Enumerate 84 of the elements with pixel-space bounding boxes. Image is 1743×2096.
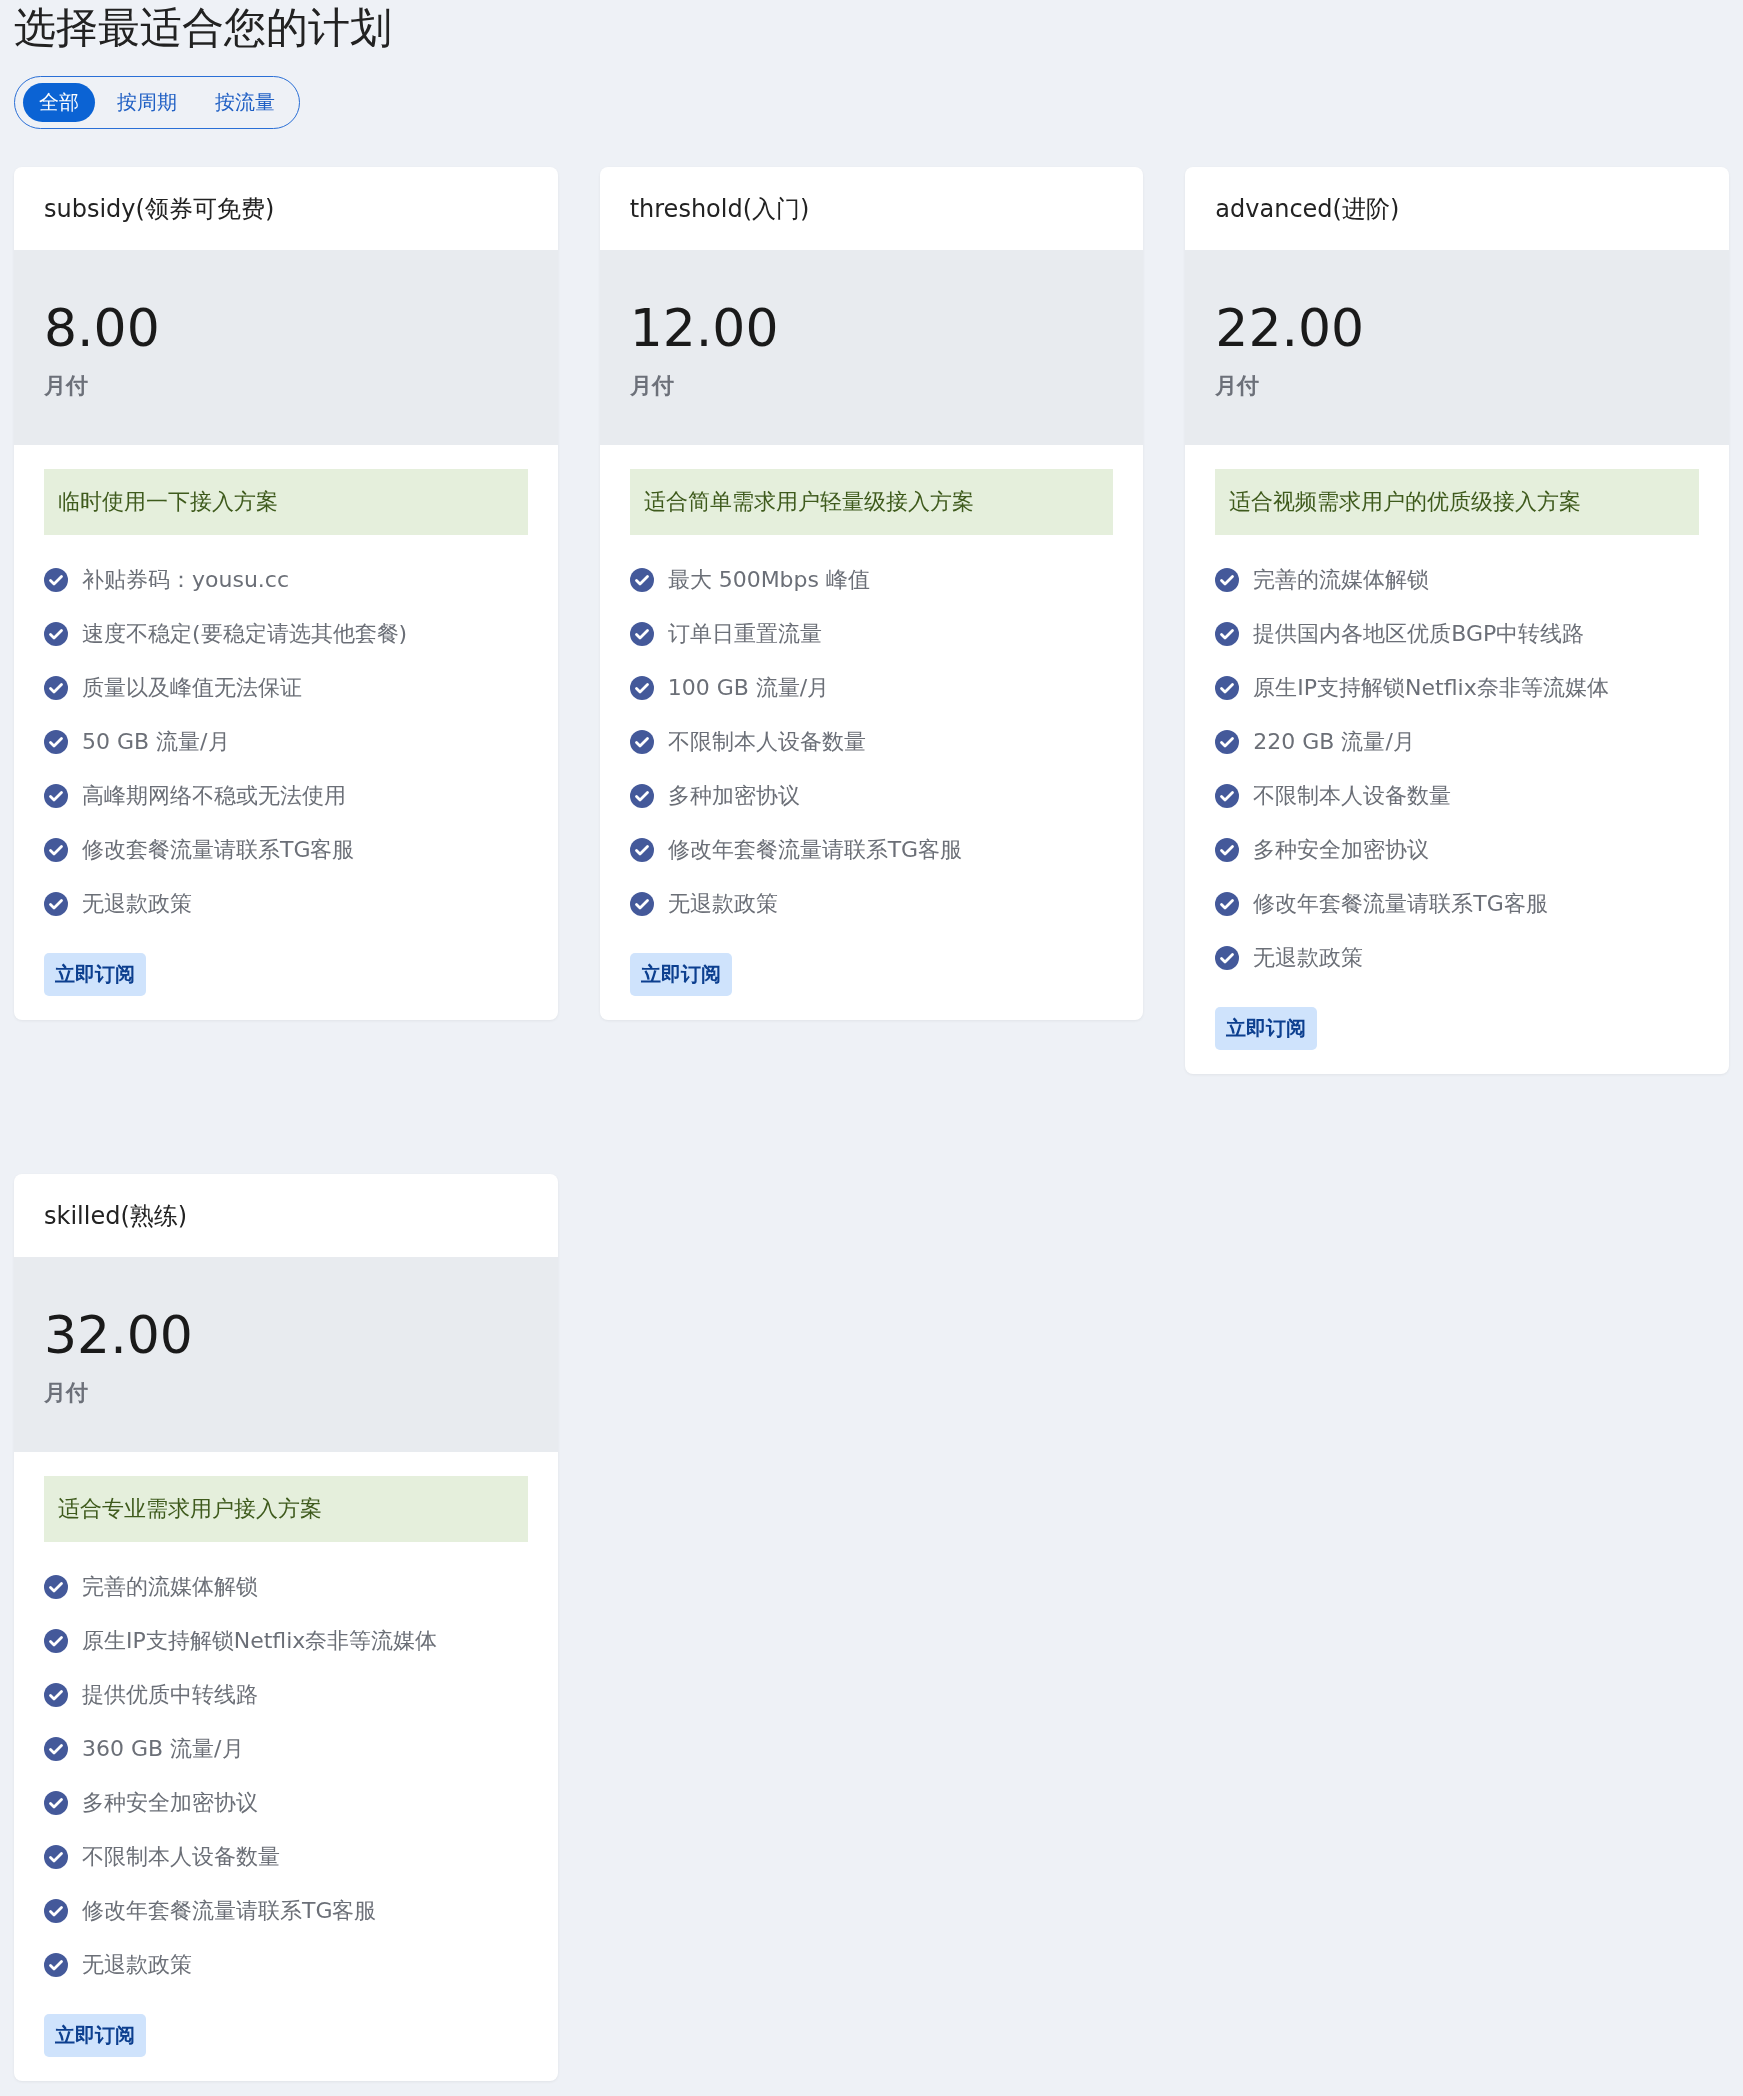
check-circle-icon	[629, 622, 654, 646]
feature-text: 原生IP支持解锁Netflix奈非等流媒体	[1253, 674, 1609, 702]
feature-text: 无退款政策	[1253, 944, 1364, 972]
plan-price: 12.00	[629, 296, 780, 360]
filter-tab[interactable]: 全部	[23, 83, 95, 122]
filter-tab[interactable]: 按流量	[199, 83, 291, 122]
feature-text: 不限制本人设备数量	[82, 1843, 280, 1871]
feature-text: 补贴券码：yousu.cc	[82, 566, 289, 594]
check-circle-icon	[629, 676, 654, 700]
check-circle-icon	[44, 1791, 68, 1815]
billing-period: 月付	[629, 371, 675, 400]
check-circle-icon	[629, 838, 654, 862]
check-circle-icon	[1215, 676, 1240, 700]
check-circle-icon	[44, 730, 68, 754]
check-circle-icon	[44, 1737, 68, 1761]
check-circle-icon	[44, 838, 68, 862]
feature-text: 修改年套餐流量请联系TG客服	[1253, 890, 1548, 918]
feature-text: 完善的流媒体解锁	[1253, 566, 1430, 594]
feature-text: 提供优质中转线路	[82, 1681, 258, 1709]
plan-price: 8.00	[44, 296, 161, 360]
plan-price: 32.00	[44, 1303, 194, 1367]
feature-text: 不限制本人设备数量	[1253, 782, 1452, 810]
subscribe-button[interactable]: 立即订阅	[44, 2014, 146, 2057]
feature-text: 不限制本人设备数量	[667, 728, 866, 756]
plan-summary: 适合简单需求用户轻量级接入方案	[629, 469, 1114, 535]
feature-text: 无退款政策	[82, 1951, 192, 1979]
billing-period: 月付	[44, 371, 89, 400]
check-circle-icon	[1215, 622, 1240, 646]
feature-text: 订单日重置流量	[667, 620, 822, 648]
check-circle-icon	[1215, 946, 1240, 970]
check-circle-icon	[1215, 838, 1240, 862]
check-circle-icon	[1215, 730, 1240, 754]
check-circle-icon	[1215, 568, 1240, 592]
plan-summary: 适合专业需求用户接入方案	[44, 1476, 528, 1542]
plan-price: 22.00	[1215, 296, 1366, 360]
feature-text: 无退款政策	[82, 890, 192, 918]
check-circle-icon	[44, 892, 68, 916]
subscribe-button[interactable]: 立即订阅	[629, 953, 732, 996]
feature-text: 速度不稳定(要稳定请选其他套餐)	[82, 620, 408, 648]
feature-text: 修改年套餐流量请联系TG客服	[667, 836, 963, 864]
page-title: 选择最适合您的计划	[14, 2, 393, 54]
feature-text: 原生IP支持解锁Netflix奈非等流媒体	[82, 1627, 438, 1655]
plan-summary: 临时使用一下接入方案	[44, 469, 528, 535]
check-circle-icon	[629, 568, 654, 592]
feature-text: 50 GB 流量/月	[82, 728, 230, 756]
check-circle-icon	[1215, 784, 1240, 808]
check-circle-icon	[44, 1953, 68, 1977]
check-circle-icon	[629, 892, 654, 916]
feature-text: 无退款政策	[667, 890, 778, 918]
feature-text: 多种安全加密协议	[1253, 836, 1430, 864]
billing-period: 月付	[1215, 371, 1261, 400]
feature-text: 360 GB 流量/月	[82, 1735, 244, 1763]
subscribe-button[interactable]: 立即订阅	[44, 953, 146, 996]
plan-name: advanced(进阶)	[1214, 193, 1401, 225]
feature-text: 修改套餐流量请联系TG客服	[82, 836, 355, 864]
filter-tab[interactable]: 按周期	[101, 83, 193, 122]
check-circle-icon	[44, 622, 68, 646]
feature-text: 修改年套餐流量请联系TG客服	[82, 1897, 377, 1925]
check-circle-icon	[1215, 892, 1240, 916]
feature-text: 100 GB 流量/月	[667, 674, 830, 702]
check-circle-icon	[44, 1629, 68, 1653]
check-circle-icon	[44, 568, 68, 592]
feature-text: 高峰期网络不稳或无法使用	[82, 782, 346, 810]
feature-text: 提供国内各地区优质BGP中转线路	[1253, 620, 1585, 648]
subscribe-button[interactable]: 立即订阅	[1215, 1007, 1318, 1050]
feature-text: 220 GB 流量/月	[1253, 728, 1415, 756]
check-circle-icon	[629, 784, 654, 808]
check-circle-icon	[44, 784, 68, 808]
plan-name: threshold(入门)	[628, 193, 811, 225]
check-circle-icon	[44, 1845, 68, 1869]
feature-text: 完善的流媒体解锁	[82, 1573, 258, 1601]
check-circle-icon	[44, 1683, 68, 1707]
plan-name: skilled(熟练)	[43, 1200, 189, 1232]
feature-text: 最大 500Mbps 峰值	[667, 566, 870, 594]
check-circle-icon	[44, 1899, 68, 1923]
feature-text: 质量以及峰值无法保证	[82, 674, 302, 702]
check-circle-icon	[629, 730, 654, 754]
billing-period: 月付	[44, 1378, 89, 1407]
plan-name: subsidy(领券可免费)	[43, 193, 276, 225]
check-circle-icon	[44, 1575, 68, 1599]
feature-text: 多种安全加密协议	[82, 1789, 258, 1817]
feature-text: 多种加密协议	[667, 782, 800, 810]
plan-summary: 适合视频需求用户的优质级接入方案	[1215, 469, 1699, 535]
check-circle-icon	[44, 676, 68, 700]
